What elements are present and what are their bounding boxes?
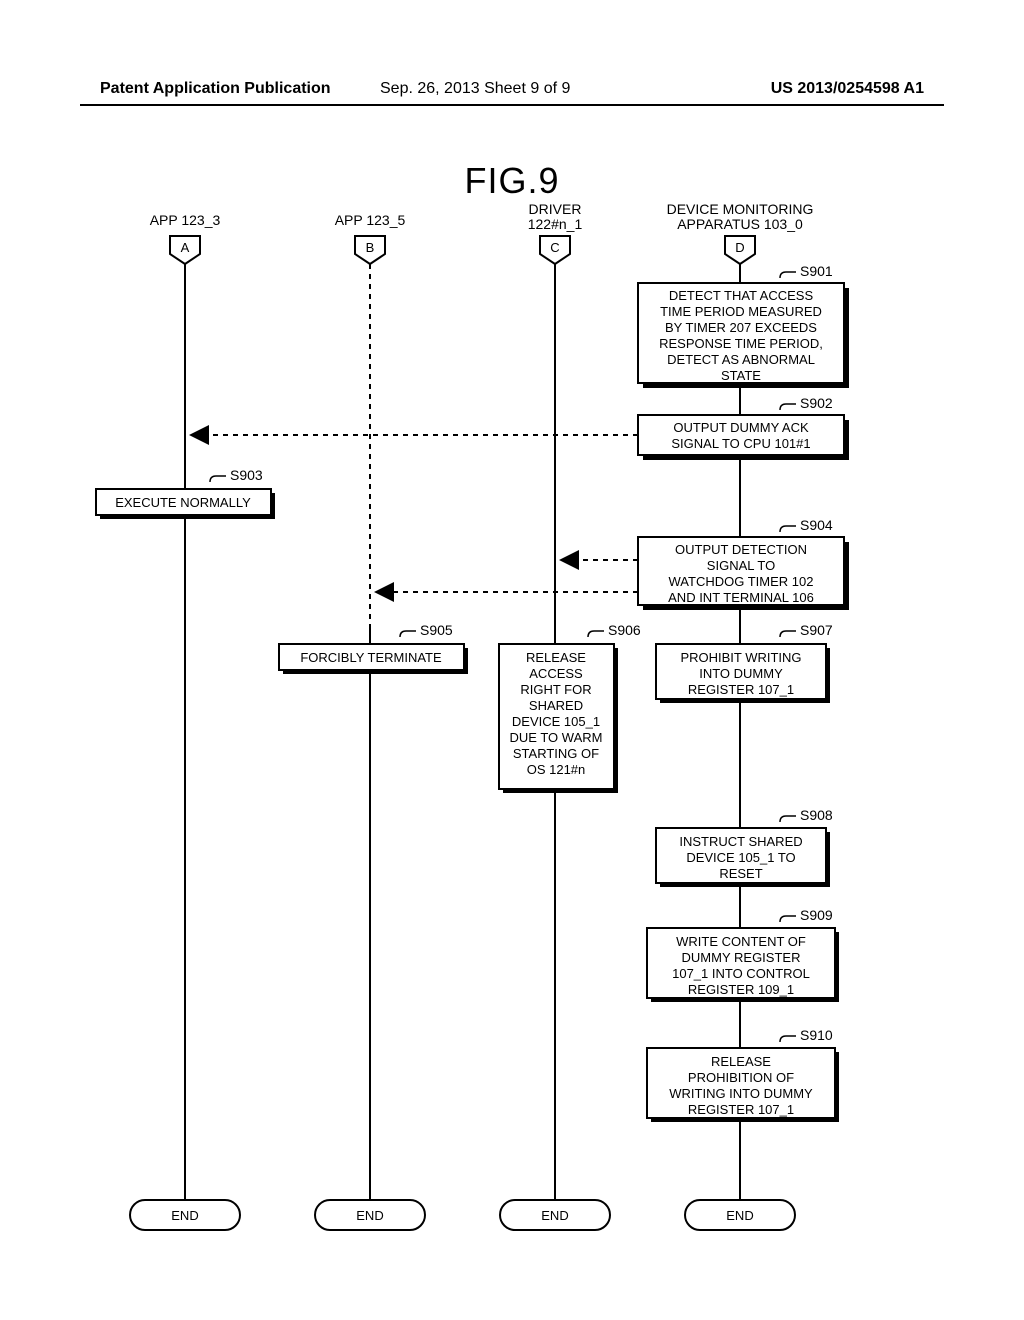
header-left: Patent Application Publication (100, 80, 331, 98)
svg-text:S902: S902 (800, 395, 833, 411)
svg-text:S903: S903 (230, 467, 263, 483)
step-s907-label: S907 (780, 622, 833, 638)
svg-text:REGISTER 107_1: REGISTER 107_1 (688, 682, 794, 697)
svg-text:RIGHT FOR: RIGHT FOR (520, 682, 591, 697)
end-b: END (315, 1200, 425, 1230)
figure-title: FIG.9 (0, 160, 1024, 202)
svg-text:SIGNAL TO CPU 101#1: SIGNAL TO CPU 101#1 (671, 436, 810, 451)
svg-text:BY TIMER 207 EXCEEDS: BY TIMER 207 EXCEEDS (665, 320, 817, 335)
page: Patent Application Publication Sep. 26, … (0, 0, 1024, 1320)
step-s908-box: INSTRUCT SHARED DEVICE 105_1 TO RESET (656, 828, 830, 887)
svg-text:OUTPUT DETECTION: OUTPUT DETECTION (675, 542, 807, 557)
svg-text:DETECT THAT ACCESS: DETECT THAT ACCESS (669, 288, 814, 303)
svg-text:SHARED: SHARED (529, 698, 583, 713)
svg-text:ACCESS: ACCESS (529, 666, 583, 681)
svg-text:REGISTER 109_1: REGISTER 109_1 (688, 982, 794, 997)
lane-d-title-l2: APPARATUS 103_0 (677, 216, 803, 232)
svg-text:WRITING INTO DUMMY: WRITING INTO DUMMY (669, 1086, 813, 1101)
step-s909-label: S909 (780, 907, 833, 923)
svg-text:END: END (356, 1208, 383, 1223)
end-c: END (500, 1200, 610, 1230)
svg-text:S907: S907 (800, 622, 833, 638)
svg-text:S901: S901 (800, 263, 833, 279)
svg-text:EXECUTE NORMALLY: EXECUTE NORMALLY (115, 495, 251, 510)
step-s908-label: S908 (780, 807, 833, 823)
svg-text:RELEASE: RELEASE (526, 650, 586, 665)
svg-text:S906: S906 (608, 622, 641, 638)
lane-a-title: APP 123_3 (150, 212, 221, 228)
lane-c-title-l2: 122#n_1 (528, 216, 583, 232)
svg-text:DETECT AS ABNORMAL: DETECT AS ABNORMAL (667, 352, 815, 367)
svg-text:OUTPUT DUMMY ACK: OUTPUT DUMMY ACK (673, 420, 809, 435)
svg-text:DUMMY REGISTER: DUMMY REGISTER (682, 950, 801, 965)
svg-text:DEVICE 105_1 TO: DEVICE 105_1 TO (686, 850, 795, 865)
step-s905-label: S905 (400, 622, 453, 638)
svg-text:WATCHDOG TIMER 102: WATCHDOG TIMER 102 (669, 574, 814, 589)
connector-b: B (355, 236, 385, 264)
lane-c-title-l1: DRIVER (529, 201, 582, 217)
svg-text:INTO DUMMY: INTO DUMMY (699, 666, 783, 681)
svg-text:S905: S905 (420, 622, 453, 638)
svg-text:TIME PERIOD MEASURED: TIME PERIOD MEASURED (660, 304, 822, 319)
end-a: END (130, 1200, 240, 1230)
svg-text:S908: S908 (800, 807, 833, 823)
step-s910-box: RELEASE PROHIBITION OF WRITING INTO DUMM… (647, 1048, 839, 1122)
svg-text:S910: S910 (800, 1027, 833, 1043)
svg-text:STARTING OF: STARTING OF (513, 746, 599, 761)
svg-text:B: B (366, 240, 375, 255)
step-s904-box: OUTPUT DETECTION SIGNAL TO WATCHDOG TIME… (638, 537, 849, 610)
end-d: END (685, 1200, 795, 1230)
step-s906-box: RELEASE ACCESS RIGHT FOR SHARED DEVICE 1… (499, 644, 618, 793)
header-center: Sep. 26, 2013 Sheet 9 of 9 (380, 80, 570, 98)
svg-text:STATE: STATE (721, 368, 761, 383)
svg-text:END: END (541, 1208, 568, 1223)
header-right: US 2013/0254598 A1 (771, 80, 924, 98)
lane-d-title-l1: DEVICE MONITORING (667, 201, 814, 217)
header-rule (80, 104, 944, 106)
svg-text:RELEASE: RELEASE (711, 1054, 771, 1069)
svg-text:END: END (726, 1208, 753, 1223)
svg-text:PROHIBIT WRITING: PROHIBIT WRITING (680, 650, 801, 665)
svg-text:S909: S909 (800, 907, 833, 923)
svg-text:SIGNAL TO: SIGNAL TO (707, 558, 775, 573)
step-s903-label: S903 (210, 467, 263, 483)
svg-text:A: A (181, 240, 190, 255)
step-s905-box: FORCIBLY TERMINATE (279, 644, 468, 674)
sequence-diagram: APP 123_3 APP 123_5 DRIVER 122#n_1 DEVIC… (0, 200, 1024, 1300)
connector-d: D (725, 236, 755, 264)
step-s910-label: S910 (780, 1027, 833, 1043)
svg-text:C: C (550, 240, 559, 255)
connector-a: A (170, 236, 200, 264)
svg-text:RESET: RESET (719, 866, 762, 881)
svg-text:S904: S904 (800, 517, 833, 533)
svg-text:AND INT TERMINAL 106: AND INT TERMINAL 106 (668, 590, 814, 605)
step-s906-label: S906 (588, 622, 641, 638)
svg-text:OS 121#n: OS 121#n (527, 762, 586, 777)
svg-text:WRITE CONTENT OF: WRITE CONTENT OF (676, 934, 806, 949)
svg-text:DUE TO WARM: DUE TO WARM (510, 730, 603, 745)
step-s903-box: EXECUTE NORMALLY (96, 489, 275, 519)
svg-text:RESPONSE TIME PERIOD,: RESPONSE TIME PERIOD, (659, 336, 823, 351)
step-s902-label: S902 (780, 395, 833, 411)
connector-c: C (540, 236, 570, 264)
step-s901-label: S901 (780, 263, 833, 279)
svg-text:INSTRUCT SHARED: INSTRUCT SHARED (679, 834, 802, 849)
step-s901-box: DETECT THAT ACCESS TIME PERIOD MEASURED … (638, 283, 849, 388)
svg-text:PROHIBITION OF: PROHIBITION OF (688, 1070, 794, 1085)
svg-text:END: END (171, 1208, 198, 1223)
step-s909-box: WRITE CONTENT OF DUMMY REGISTER 107_1 IN… (647, 928, 839, 1002)
svg-text:D: D (735, 240, 744, 255)
step-s902-box: OUTPUT DUMMY ACK SIGNAL TO CPU 101#1 (638, 415, 849, 460)
svg-text:REGISTER 107_1: REGISTER 107_1 (688, 1102, 794, 1117)
svg-text:DEVICE 105_1: DEVICE 105_1 (512, 714, 600, 729)
step-s904-label: S904 (780, 517, 833, 533)
step-s907-box: PROHIBIT WRITING INTO DUMMY REGISTER 107… (656, 644, 830, 703)
svg-text:107_1 INTO CONTROL: 107_1 INTO CONTROL (672, 966, 810, 981)
svg-text:FORCIBLY TERMINATE: FORCIBLY TERMINATE (300, 650, 442, 665)
lane-b-title: APP 123_5 (335, 212, 406, 228)
